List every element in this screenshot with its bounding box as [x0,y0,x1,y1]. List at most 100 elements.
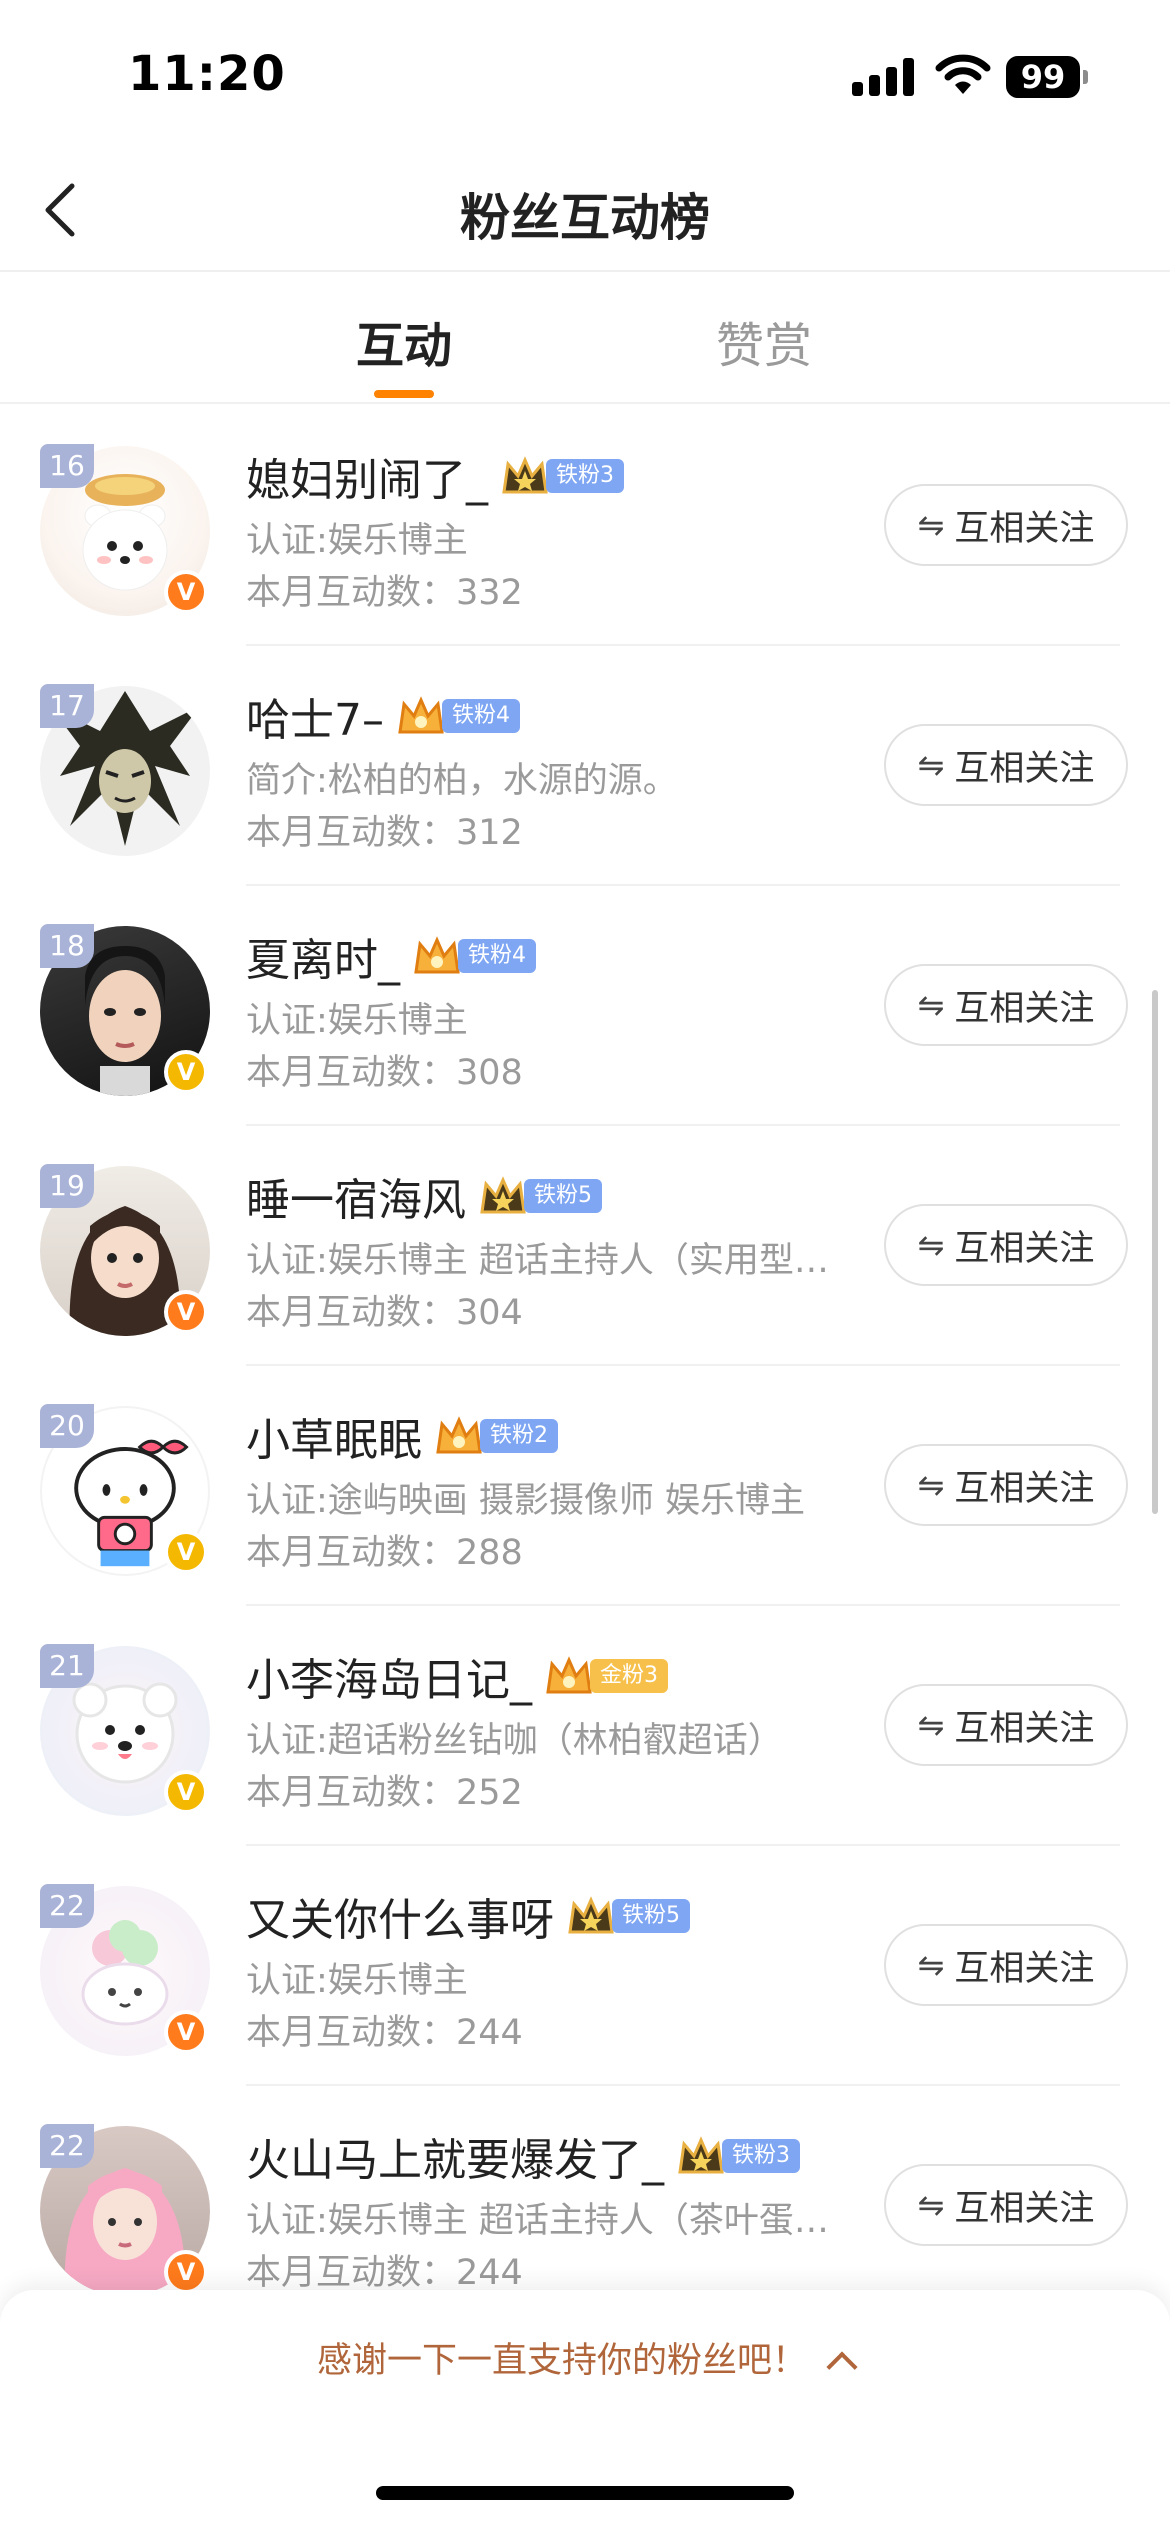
mutual-follow-icon: ⇋ [917,506,945,544]
fan-level-tag: 铁粉5 [524,1179,602,1213]
thank-fans-label: 感谢一下一直支持你的粉丝吧！ [316,2341,807,2381]
fan-level-tag: 铁粉3 [546,459,624,493]
rank-badge: 17 [40,684,94,728]
follow-label: 互相关注 [954,748,1095,789]
verified-v-icon: V [164,1530,208,1574]
follow-label: 互相关注 [954,1228,1095,1269]
crown-icon [436,1416,482,1454]
crown-icon [480,1176,526,1214]
mutual-follow-icon: ⇋ [917,1706,945,1744]
verified-v-icon: V [164,1770,208,1814]
fan-name[interactable]: 睡一宿海风 [246,1164,466,1228]
interaction-count: 本月互动数：308 [246,1053,523,1093]
scrollbar[interactable] [1152,990,1158,1514]
list-item[interactable]: 22 V 又关你什么事呀 铁粉5 认证:娱乐博主 本月互动数：244 ⇋ 互相关… [0,1846,1170,2086]
mutual-follow-button[interactable]: ⇋ 互相关注 [884,1204,1128,1286]
mutual-follow-icon: ⇋ [917,1226,945,1264]
list-item[interactable]: 16 V 媳妇别闹了_ 铁粉3 认证:娱乐博主 本月互动数：332 ⇋ 互相关注 [0,406,1170,646]
cellular-signal-icon [852,58,914,96]
fan-name[interactable]: 夏离时_ [246,924,400,988]
mutual-follow-icon: ⇋ [917,986,945,1024]
follow-label: 互相关注 [954,1468,1095,1509]
tab-reward[interactable]: 赞赏 [716,306,812,376]
list-item[interactable]: 20 V 小草眠眠 铁粉2 认证:途屿映画 摄影摄像师 娱乐博主 本月互动数：2… [0,1366,1170,1606]
interaction-count: 本月互动数：312 [246,813,523,853]
fan-description: 认证:娱乐博主 超话主持人（茶叶蛋… [246,2201,829,2241]
fan-level-tag: 铁粉4 [442,699,520,733]
rank-badge: 18 [40,924,94,968]
rank-badge: 19 [40,1164,94,1208]
crown-icon [568,1896,614,1934]
battery-level: 99 [1006,56,1080,98]
page-title: 粉丝互动榜 [460,189,710,247]
tab-bar: 互动 赞赏 [0,272,1170,404]
mutual-follow-button[interactable]: ⇋ 互相关注 [884,724,1128,806]
fan-name[interactable]: 哈士7– [246,684,384,748]
fan-description: 认证:娱乐博主 超话主持人（实用型… [246,1241,829,1281]
fan-level-tag: 金粉3 [590,1659,668,1693]
verified-v-icon: V [164,570,208,614]
fan-level-tag: 铁粉5 [612,1899,690,1933]
crown-icon [414,936,460,974]
follow-label: 互相关注 [954,1948,1095,1989]
mutual-follow-button[interactable]: ⇋ 互相关注 [884,1924,1128,2006]
fan-level-tag: 铁粉3 [722,2139,800,2173]
verified-v-icon: V [164,1050,208,1094]
verified-v-icon: V [164,2010,208,2054]
mutual-follow-icon: ⇋ [917,1466,945,1504]
mutual-follow-button[interactable]: ⇋ 互相关注 [884,2164,1128,2246]
interaction-count: 本月互动数：244 [246,2253,523,2293]
fan-name[interactable]: 小李海岛日记_ [246,1644,532,1708]
interaction-count: 本月互动数：304 [246,1293,523,1333]
fan-name[interactable]: 火山马上就要爆发了_ [246,2124,664,2188]
battery-icon: 99 [1006,56,1088,98]
active-tab-indicator [374,390,434,398]
fan-description: 认证:途屿映画 摄影摄像师 娱乐博主 [246,1481,806,1521]
rank-badge: 22 [40,2124,94,2168]
fan-name[interactable]: 又关你什么事呀 [246,1884,554,1948]
follow-label: 互相关注 [954,2188,1095,2229]
fan-description: 认证:娱乐博主 [246,1001,468,1041]
interaction-count: 本月互动数：252 [246,1773,523,1813]
rank-badge: 16 [40,444,94,488]
mutual-follow-button[interactable]: ⇋ 互相关注 [884,964,1128,1046]
mutual-follow-icon: ⇋ [917,746,945,784]
mutual-follow-icon: ⇋ [917,2186,945,2224]
rank-badge: 21 [40,1644,94,1688]
thank-fans-button[interactable]: 感谢一下一直支持你的粉丝吧！ [0,2332,1170,2383]
list-item[interactable]: 21 V 小李海岛日记_ 金粉3 认证:超话粉丝钻咖（林柏叡超话） 本月互动数：… [0,1606,1170,1846]
fan-name[interactable]: 小草眠眠 [246,1404,422,1468]
crown-icon [546,1656,592,1694]
home-indicator[interactable] [376,2486,794,2500]
nav-bar: 粉丝互动榜 [0,150,1170,272]
verified-v-icon: V [164,2250,208,2294]
interaction-count: 本月互动数：288 [246,1533,523,1573]
fan-level-tag: 铁粉4 [458,939,536,973]
verified-v-icon: V [164,1290,208,1334]
follow-label: 互相关注 [954,508,1095,549]
fan-name[interactable]: 媳妇别闹了_ [246,444,488,508]
fan-level-tag: 铁粉2 [480,1419,558,1453]
follow-label: 互相关注 [954,988,1095,1029]
crown-icon [502,456,548,494]
bottom-panel: 感谢一下一直支持你的粉丝吧！ [0,2290,1170,2532]
mutual-follow-button[interactable]: ⇋ 互相关注 [884,1444,1128,1526]
fan-description: 简介:松柏的柏，水源的源。 [246,761,678,801]
chevron-up-icon [826,2351,858,2383]
fan-list: 16 V 媳妇别闹了_ 铁粉3 认证:娱乐博主 本月互动数：332 ⇋ 互相关注… [0,406,1170,2326]
mutual-follow-icon: ⇋ [917,1946,945,1984]
wifi-icon [935,52,991,96]
tab-interaction[interactable]: 互动 [356,306,452,376]
list-item[interactable]: 17 哈士7– 铁粉4 简介:松柏的柏，水源的源。 本月互动数：312 ⇋ 互相… [0,646,1170,886]
mutual-follow-button[interactable]: ⇋ 互相关注 [884,484,1128,566]
follow-label: 互相关注 [954,1708,1095,1749]
list-item[interactable]: 19 V 睡一宿海风 铁粉5 认证:娱乐博主 超话主持人（实用型… 本月互动数：… [0,1126,1170,1366]
status-bar: 11:20 99 [0,0,1170,150]
fan-description: 认证:娱乐博主 [246,521,468,561]
interaction-count: 本月互动数：332 [246,573,523,613]
crown-icon [678,2136,724,2174]
rank-badge: 22 [40,1884,94,1928]
interaction-count: 本月互动数：244 [246,2013,523,2053]
list-item[interactable]: 18 V 夏离时_ 铁粉4 认证:娱乐博主 本月互动数：308 ⇋ 互相关注 [0,886,1170,1126]
mutual-follow-button[interactable]: ⇋ 互相关注 [884,1684,1128,1766]
